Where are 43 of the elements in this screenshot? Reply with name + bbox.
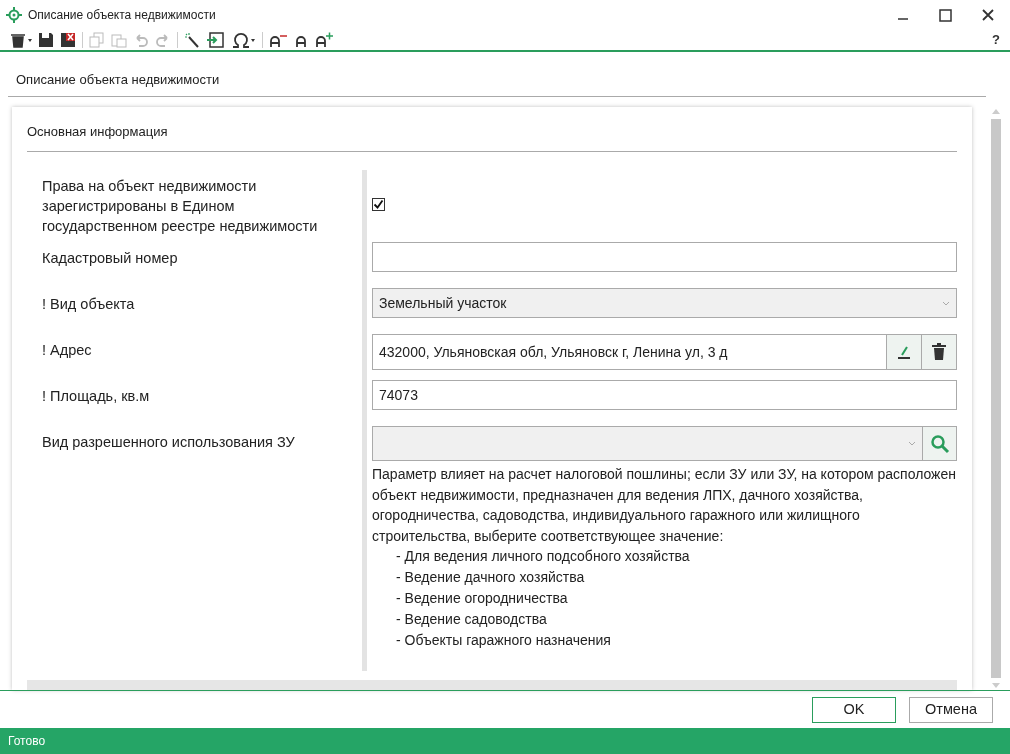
maximize-icon[interactable]	[939, 8, 952, 22]
dropdown[interactable]: Земельный участок	[372, 288, 957, 318]
font-decrease-icon[interactable]	[269, 32, 289, 48]
chevron-down-icon	[942, 300, 950, 306]
import-icon[interactable]	[206, 32, 224, 48]
crosshair-icon	[6, 7, 22, 23]
status-bar: Готово	[0, 728, 1010, 754]
dialog-button[interactable]: Отмена	[909, 696, 993, 723]
horizontal-scrollbar[interactable]	[27, 680, 957, 690]
input-field[interactable]	[372, 242, 957, 272]
close-document-icon[interactable]	[60, 32, 76, 48]
field-label: ! Адрес	[42, 341, 93, 360]
section-title: Основная информация	[27, 106, 957, 152]
search-icon	[929, 433, 950, 454]
hint-list-item: - Объекты гаражного назначения	[395, 631, 611, 650]
magic-wand-icon[interactable]	[184, 32, 200, 48]
trash-icon	[931, 343, 947, 361]
checkbox[interactable]	[372, 198, 385, 211]
close-icon[interactable]	[982, 9, 994, 21]
field-label: Кадастровый номер	[42, 249, 179, 268]
input-field[interactable]: 74073	[372, 380, 957, 410]
field-label: ! Вид объекта	[42, 295, 136, 314]
font-increase-icon[interactable]	[315, 32, 335, 48]
dialog-button[interactable]: OK	[812, 696, 896, 723]
help-icon[interactable]: ?	[992, 30, 1000, 50]
hint-list-item: - Ведение садоводства	[395, 610, 547, 629]
delete-button[interactable]	[922, 334, 957, 370]
window-title: Описание объекта недвижимости	[28, 7, 216, 24]
hint-text: Параметр влияет на расчет налоговой пошлины; если ЗУ или ЗУ, на котором расположен объект недвижимости, предназначен для ведения ЛПХ, дачного хозяйства, огородничества, садоводства, индивидуального гаражного или жилищного строительства, выберите соответствующее значение:	[372, 465, 957, 546]
field-label: ! Площадь, кв.м	[42, 387, 151, 406]
field-label: Права на объект недвижимости зарегистрированы в Едином государственном реестре недвижимости	[42, 177, 319, 236]
pen-icon	[896, 344, 912, 360]
omega-dropdown-icon[interactable]	[230, 32, 256, 48]
field-label: Вид разрешенного использования ЗУ	[42, 433, 296, 452]
input-field[interactable]: 432000, Ульяновская обл, Ульяновск г, Ленина ул, 3 д	[372, 334, 887, 370]
trash-dropdown-icon[interactable]	[10, 32, 32, 48]
page-title: Описание объекта недвижимости	[8, 52, 986, 97]
hint-list-item: - Для ведения личного подсобного хозяйства	[395, 547, 690, 566]
hint-list-item: - Ведение дачного хозяйства	[395, 568, 585, 587]
chevron-down-icon	[908, 441, 916, 446]
hint-list-item: - Ведение огородничества	[395, 589, 568, 608]
search-button[interactable]	[923, 426, 957, 461]
save-icon[interactable]	[38, 32, 54, 48]
